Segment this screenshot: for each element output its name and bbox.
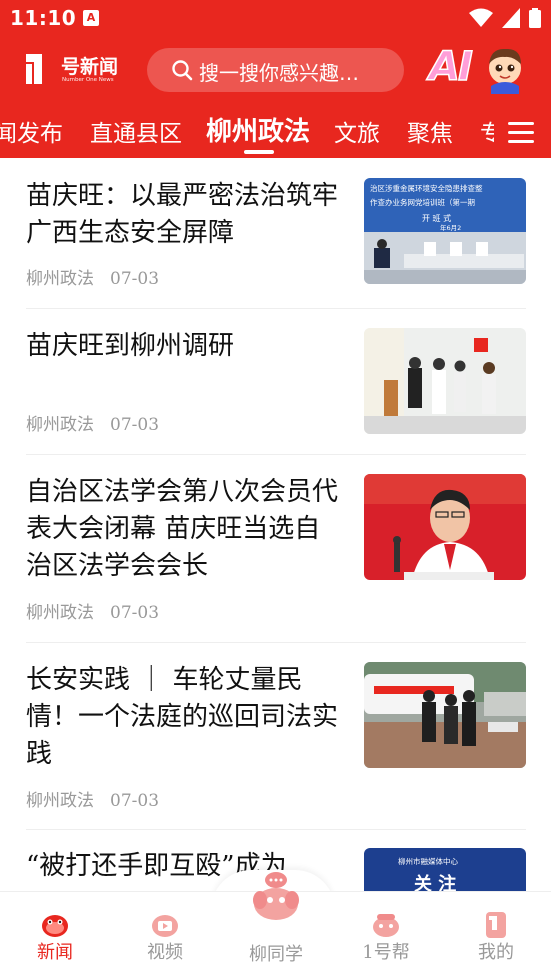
notification-app-icon: A xyxy=(83,10,99,26)
bottom-navigation: 新闻 视频 柳同学 1号帮 我的 xyxy=(0,872,551,979)
nav-label: 新闻 xyxy=(37,942,73,963)
tab-focus[interactable]: 聚焦 xyxy=(407,114,453,148)
news-thumbnail xyxy=(364,328,526,434)
tab-counties[interactable]: 直通县区 xyxy=(90,114,182,148)
channel-menu-button[interactable] xyxy=(494,108,551,158)
nav-help[interactable]: 1号帮 xyxy=(346,892,426,979)
divider xyxy=(26,454,526,455)
wifi-icon xyxy=(468,8,493,27)
liu-classmate-mascot-icon xyxy=(253,872,299,920)
signal-icon xyxy=(501,8,520,28)
ai-label: AI xyxy=(428,43,473,91)
ai-assistant-button[interactable]: AI xyxy=(427,43,527,96)
battery-icon xyxy=(529,8,541,28)
app-header: 11:10 A 号新闻 Number One News 搜一搜你感兴趣… AI xyxy=(0,0,551,158)
nav-label: 1号帮 xyxy=(362,942,410,963)
news-item[interactable]: 自治区法学会第八次会员代表大会闭幕 苗庆旺当选自治区法学会会长 柳州政法 07-0… xyxy=(26,474,526,630)
news-meta: 柳州政法 07-03 xyxy=(26,410,159,435)
thumb-banner-line-5: 关 注 xyxy=(414,873,456,891)
news-thumbnail: 柳州市融媒体中心 关 注 xyxy=(364,848,526,891)
news-mascot-icon xyxy=(42,915,68,937)
logo-mark-icon xyxy=(26,54,42,84)
news-thumbnail xyxy=(364,662,526,768)
nav-liu-classmate[interactable]: 柳同学 xyxy=(236,870,316,979)
thumb-media-center-text: 柳州市融媒体中心 xyxy=(398,856,458,866)
news-date: 07-03 xyxy=(110,415,160,435)
news-meta: 柳州政法 07-03 xyxy=(26,598,159,623)
nav-label: 我的 xyxy=(478,942,514,963)
news-item[interactable]: 苗庆旺到柳州调研 柳州政法 07-03 xyxy=(26,328,526,438)
news-date: 07-03 xyxy=(110,791,160,811)
thumb-banner-line-4: 年6月2 xyxy=(440,223,461,232)
logo-subtitle: Number One News xyxy=(62,77,114,83)
search-icon xyxy=(172,60,193,81)
search-box[interactable]: 搜一搜你感兴趣… xyxy=(147,48,404,92)
nav-profile[interactable]: 我的 xyxy=(456,892,536,979)
status-bar: 11:10 A xyxy=(0,0,551,36)
news-meta: 柳州政法 07-03 xyxy=(26,264,159,289)
app-logo[interactable]: 号新闻 Number One News xyxy=(24,52,134,90)
thumb-banner-line-2: 作查办业务网党培训班（第一期 xyxy=(370,197,475,207)
divider xyxy=(26,308,526,309)
thumb-banner-line-1: 治区涉重金属环境安全隐患排查整 xyxy=(370,183,483,193)
search-placeholder: 搜一搜你感兴趣… xyxy=(199,61,359,85)
news-thumbnail: 治区涉重金属环境安全隐患排查整 作查办业务网党培训班（第一期 开 班 式 年6月… xyxy=(364,178,526,284)
ai-avatar-icon xyxy=(489,48,521,94)
news-list: 苗庆旺：以最严密法治筑牢广西生态安全屏障 柳州政法 07-03 治区涉重金属环境安… xyxy=(0,158,551,891)
news-item[interactable]: 长安实践 ｜ 车轮丈量民情！一个法庭的巡回司法实践 柳州政法 07-03 xyxy=(26,662,526,818)
news-title: 苗庆旺到柳州调研 xyxy=(26,331,235,361)
divider xyxy=(26,642,526,643)
nav-label: 视频 xyxy=(147,942,183,963)
video-mascot-icon xyxy=(152,915,178,937)
news-meta: 柳州政法 07-03 xyxy=(26,786,159,811)
news-title: 苗庆旺：以最严密法治筑牢广西生态安全屏障 xyxy=(26,181,339,248)
news-date: 07-03 xyxy=(110,269,160,289)
divider xyxy=(26,829,526,830)
news-item[interactable]: 苗庆旺：以最严密法治筑牢广西生态安全屏障 柳州政法 07-03 治区涉重金属环境安… xyxy=(26,178,526,289)
news-thumbnail xyxy=(364,474,526,580)
news-title: 自治区法学会第八次会员代表大会闭幕 苗庆旺当选自治区法学会会长 xyxy=(26,477,339,581)
news-date: 07-03 xyxy=(110,603,160,623)
tab-culture-tourism[interactable]: 文旅 xyxy=(334,114,380,148)
news-source: 柳州政法 xyxy=(26,603,94,623)
nav-news[interactable]: 新闻 xyxy=(15,892,95,979)
category-tabs: 闻发布 直通县区 柳州政法 文旅 聚焦 专 xyxy=(0,108,551,158)
nav-label: 柳同学 xyxy=(249,944,303,965)
active-tab-indicator xyxy=(244,150,274,154)
nav-video[interactable]: 视频 xyxy=(125,892,205,979)
status-icons xyxy=(465,8,541,28)
news-source: 柳州政法 xyxy=(26,791,94,811)
help-mascot-icon xyxy=(373,914,399,937)
thumb-banner-line-3: 开 班 式 xyxy=(422,213,451,223)
logo-text: 号新闻 xyxy=(61,56,119,78)
news-title: 长安实践 ｜ 车轮丈量民情！一个法庭的巡回司法实践 xyxy=(26,665,339,769)
profile-mascot-icon xyxy=(486,912,506,938)
news-source: 柳州政法 xyxy=(26,269,94,289)
status-time: 11:10 xyxy=(10,6,77,30)
tab-news-release[interactable]: 闻发布 xyxy=(0,114,63,148)
news-source: 柳州政法 xyxy=(26,415,94,435)
tab-liuzhou-law[interactable]: 柳州政法 xyxy=(206,111,310,148)
